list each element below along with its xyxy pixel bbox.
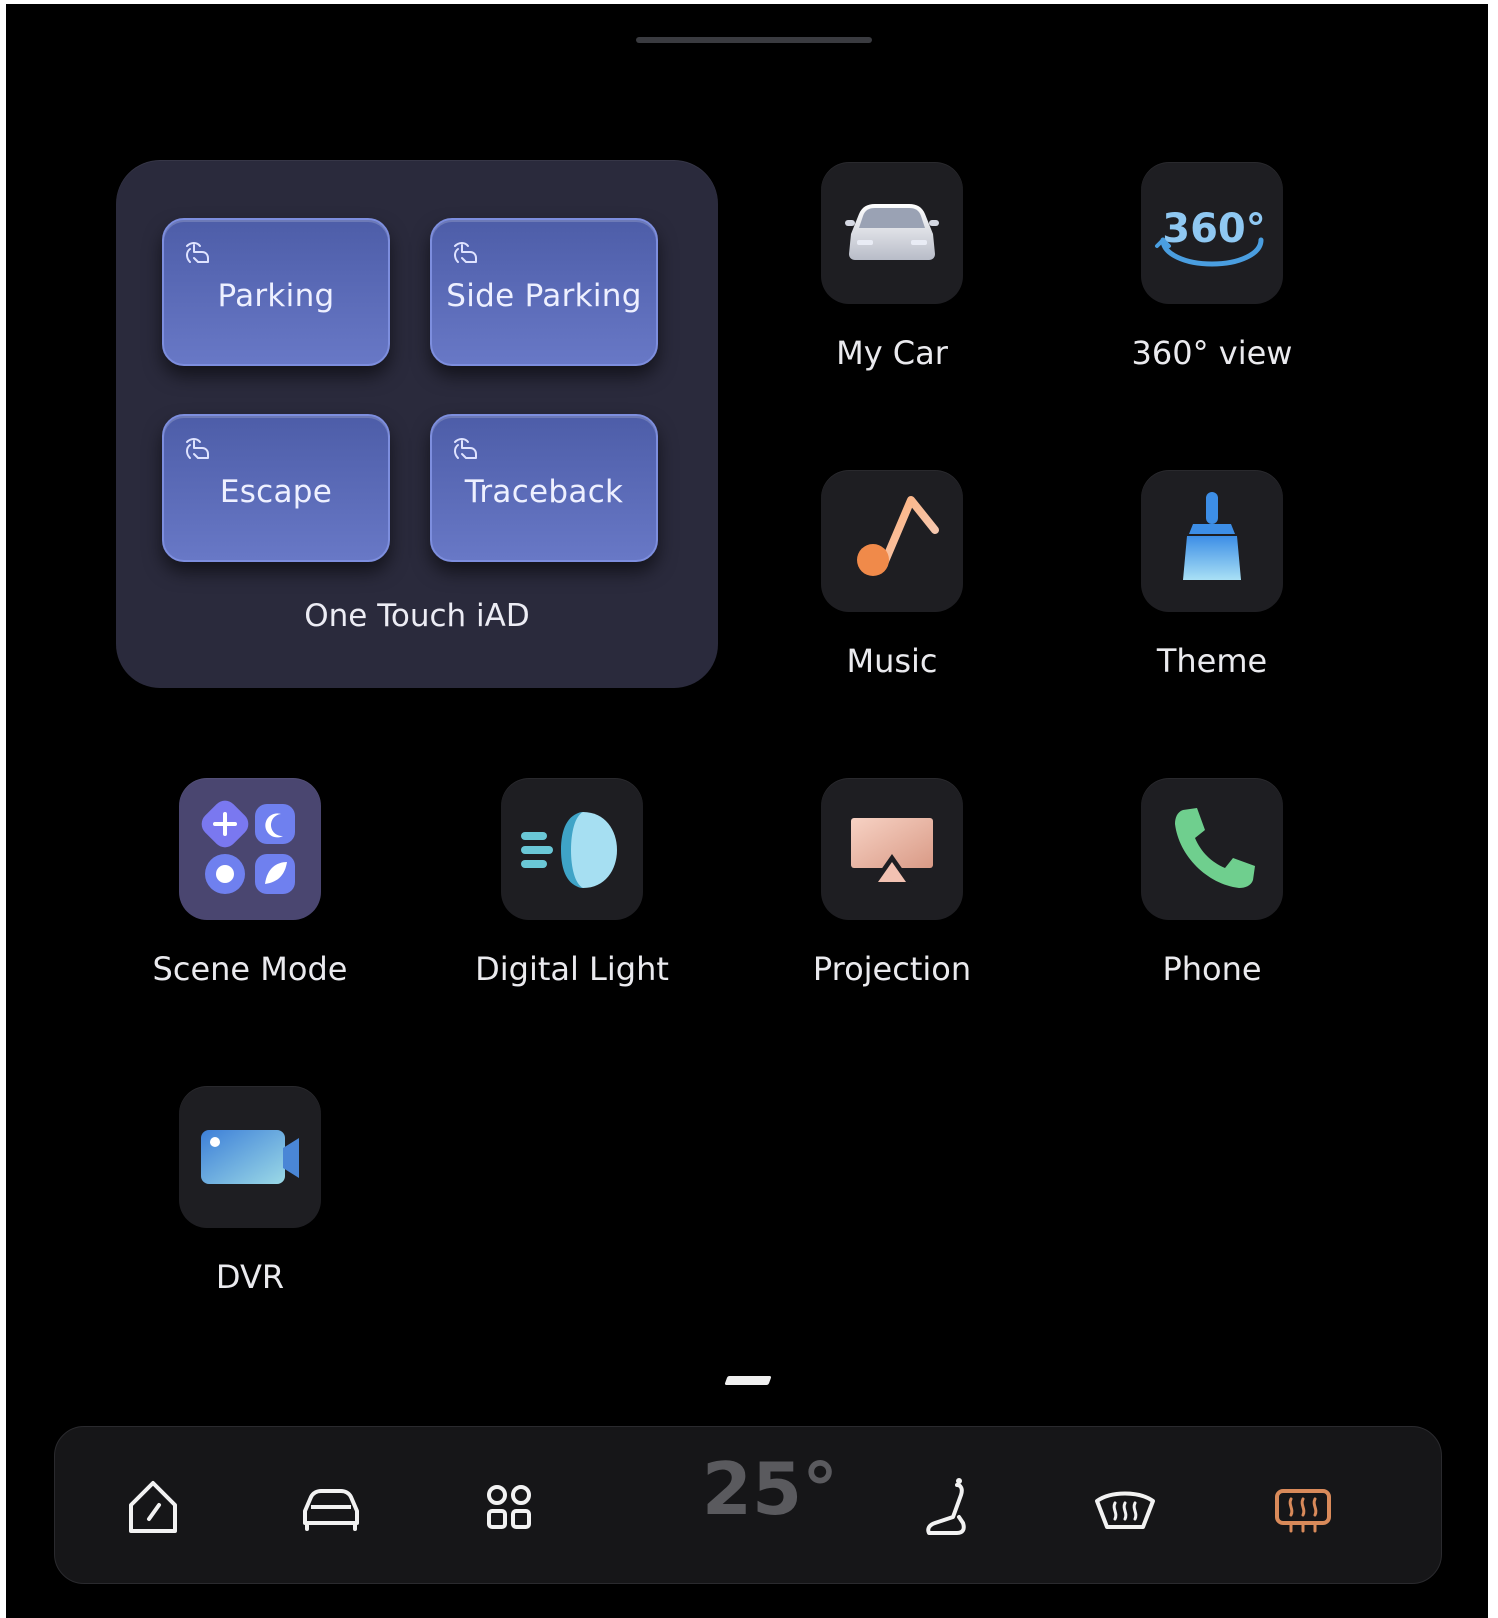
side-parking-label: Side Parking [446,278,642,314]
home-screen: Parking Side Parking Escape Traceback On… [6,4,1488,1618]
car-icon [303,1489,359,1531]
app-label: My Car [836,334,948,372]
app-tile[interactable] [821,162,963,304]
rear-defrost-icon [1275,1489,1331,1533]
car-button[interactable] [291,1467,371,1547]
app-360-view[interactable]: 360° 360° view [1092,162,1332,402]
seat-button[interactable] [907,1467,987,1547]
app-scene-mode[interactable]: Scene Mode [130,778,370,1018]
one-touch-iad-widget: Parking Side Parking Escape Traceback On… [116,160,718,688]
headlight-icon [521,812,617,888]
hand-touch-icon [186,242,209,263]
hand-touch-icon [186,438,209,459]
escape-button[interactable]: Escape [162,414,390,562]
side-parking-button[interactable]: Side Parking [430,218,658,366]
temperature-display[interactable]: 25° [695,1447,845,1531]
front-defrost-icon [1095,1491,1155,1529]
parking-label: Parking [217,278,335,314]
app-projection[interactable]: Projection [772,778,1012,1018]
app-label: DVR [215,1258,285,1296]
home-icon [129,1481,177,1533]
app-my-car[interactable]: My Car [772,162,1012,402]
music-note-icon [857,496,939,576]
app-dvr[interactable]: DVR [130,1086,370,1326]
paint-brush-icon [1183,492,1241,580]
app-digital-light[interactable]: Digital Light [452,778,692,1018]
drag-handle[interactable] [636,37,872,43]
apps-grid-icon [487,1485,531,1529]
traceback-button[interactable]: Traceback [430,414,658,562]
car-icon [845,204,939,260]
hand-touch-icon [454,242,477,263]
traceback-label: Traceback [464,474,624,510]
app-tile[interactable] [821,778,963,920]
app-label: Music [846,642,938,680]
hand-touch-icon [454,438,477,459]
app-label: Phone [1162,950,1262,988]
escape-label: Escape [219,474,333,510]
360-view-icon: 360° [1155,206,1266,267]
app-tile[interactable] [501,778,643,920]
app-tile[interactable] [821,470,963,612]
app-label: Theme [1156,642,1268,680]
app-music[interactable]: Music [772,470,1012,710]
app-label: Projection [812,950,972,988]
app-label: 360° view [1131,334,1293,372]
app-tile[interactable]: 360° [1141,162,1283,304]
seat-icon [926,1478,966,1535]
bottom-dock: 25° [54,1426,1442,1584]
screen-cast-icon [851,818,933,884]
widget-title: One Touch iAD [304,598,530,634]
app-tile[interactable] [1141,470,1283,612]
page-indicator [724,1376,772,1385]
video-camera-icon [201,1130,299,1184]
home-button[interactable] [113,1467,193,1547]
apps-button[interactable] [469,1467,549,1547]
app-tile[interactable] [1141,778,1283,920]
parking-button[interactable]: Parking [162,218,390,366]
360-icon-text: 360° [1162,206,1266,252]
app-label: Digital Light [475,950,669,988]
app-tile[interactable] [179,778,321,920]
rear-defrost-button[interactable] [1263,1467,1343,1547]
app-phone[interactable]: Phone [1092,778,1332,1018]
phone-icon [1175,808,1255,888]
app-label: Scene Mode [152,950,348,988]
front-defrost-button[interactable] [1085,1467,1165,1547]
scene-mode-icon [201,800,295,894]
app-theme[interactable]: Theme [1092,470,1332,710]
app-tile[interactable] [179,1086,321,1228]
